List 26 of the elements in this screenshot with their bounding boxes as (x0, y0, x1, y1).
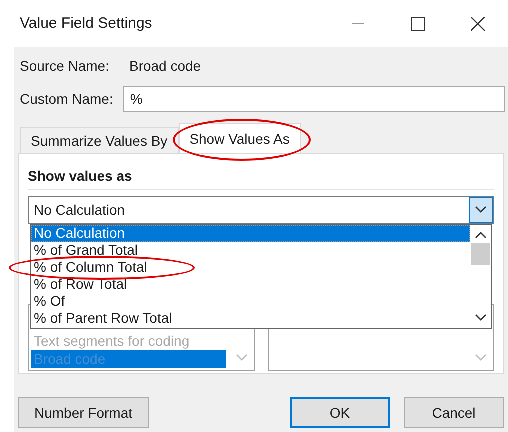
number-format-button[interactable]: Number Format (18, 397, 149, 428)
dialog-button[interactable]: OK (290, 397, 390, 428)
tab[interactable]: Show Values As (178, 123, 301, 153)
chevron-down-icon (475, 206, 487, 214)
scroll-down-icon (474, 314, 486, 322)
dropdown-button[interactable] (469, 197, 493, 223)
close-icon[interactable] (471, 16, 485, 30)
chevron-down-icon (475, 354, 487, 362)
dropdown-item[interactable]: % of Grand Total (31, 242, 470, 259)
custom-name-label: Custom Name: (20, 91, 114, 107)
chevron-down-icon (236, 354, 248, 362)
scroll-up-icon (474, 231, 486, 239)
maximize-icon[interactable] (411, 16, 425, 30)
dropdown-item[interactable]: No Calculation (31, 225, 470, 242)
tab[interactable]: Summarize Values By (20, 127, 179, 153)
dropdown-item[interactable]: % of Row Total (31, 276, 470, 293)
scrollbar-thumb[interactable] (471, 242, 490, 264)
window-title: Value Field Settings (20, 15, 154, 32)
section-title: Show values as (28, 168, 134, 186)
source-name-value: Broad code (129, 58, 202, 74)
show-values-combo[interactable]: No Calculation (28, 196, 494, 224)
custom-name-field[interactable]: % (123, 86, 505, 112)
dialog-button[interactable]: Cancel (404, 397, 504, 428)
minimize-icon[interactable] (352, 22, 364, 24)
source-name-label: Source Name: (20, 58, 110, 74)
dropdown-item[interactable]: % of Column Total (31, 259, 470, 276)
